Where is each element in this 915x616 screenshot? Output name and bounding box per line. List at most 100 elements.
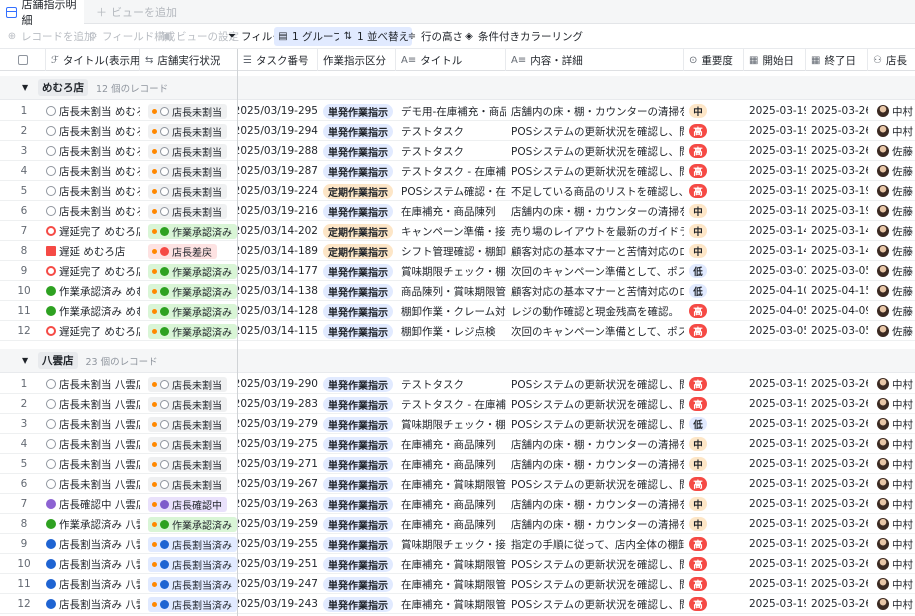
importance-cell[interactable]: 高 xyxy=(684,374,744,394)
task-number-cell[interactable]: 2025/03/19-259 xyxy=(238,514,318,534)
start-date-cell[interactable]: 2025-03-18 xyxy=(744,201,806,221)
group-header[interactable]: ▼ めむろ店 12 個のレコード xyxy=(0,76,915,100)
table-row[interactable]: 3 店長未割当 めむろ店 店長未割当 2025/03/19-288 単発作業指示テストタ… xyxy=(0,141,915,161)
end-date-cell[interactable]: 2025-03-26 xyxy=(806,474,868,494)
end-date-cell[interactable]: 2025-03-19 xyxy=(806,201,868,221)
owner-cell[interactable]: 中村 xyxy=(868,494,915,514)
table-row[interactable]: 9 遅延完了 めむろ店 作業承認済み 2025/03/14-177 単発作業指示 賞味期限… xyxy=(0,261,915,281)
table-row[interactable]: 4 店長未割当 八雲店 店長未割当 2025/03/19-275 単発作業指示 在庫補充・… xyxy=(0,434,915,454)
title-display-cell[interactable]: 作業承認済み めむ... xyxy=(46,281,140,301)
conditional-color-button[interactable]: ◈ 条件付きカラーリング xyxy=(460,27,586,46)
category-cell[interactable]: 単発作業指示 xyxy=(318,474,396,494)
title-display-cell[interactable]: 店長未割当 八雲店 xyxy=(46,394,140,414)
detail-cell[interactable]: POSシステムの更新状況を確認し、問題がない... xyxy=(506,414,684,434)
task-number-cell[interactable]: 2025/03/19-251 xyxy=(238,554,318,574)
store-status-cell[interactable]: 店長未割当 xyxy=(142,394,238,414)
table-row[interactable]: 8 遅延 めむろ店 店長差戻 2025/03/14-189 定期作業指示 シフト管理確認・… xyxy=(0,241,915,261)
end-date-cell[interactable]: 2025-03-26 xyxy=(806,594,868,614)
importance-cell[interactable]: 高 xyxy=(684,594,744,614)
table-row[interactable]: 3 店長未割当 八雲店 店長未割当 2025/03/19-279 単発作業指示 賞味期限チ… xyxy=(0,414,915,434)
task-number-cell[interactable]: 2025/03/19-287 xyxy=(238,161,318,181)
importance-cell[interactable]: 低 xyxy=(684,261,744,281)
importance-cell[interactable]: 高 xyxy=(684,141,744,161)
store-status-cell[interactable]: 店長割当済み xyxy=(142,534,238,554)
store-status-pill[interactable]: 店長未割当 xyxy=(148,183,227,199)
category-cell[interactable]: 単発作業指示 xyxy=(318,534,396,554)
store-status-cell[interactable]: 店長割当済み xyxy=(142,594,238,614)
owner-cell[interactable]: 中村 xyxy=(868,554,915,574)
detail-cell[interactable]: POSシステムの更新状況を確認し、問題がない... xyxy=(506,574,684,594)
store-status-cell[interactable]: 作業承認済み xyxy=(142,221,238,241)
importance-cell[interactable]: 中 xyxy=(684,434,744,454)
store-status-pill[interactable]: 店長割当済み xyxy=(148,596,237,612)
table-row[interactable]: 7 店長確認中 八雲店 店長確認中 2025/03/19-263 単発作業指示 在庫補充・… xyxy=(0,494,915,514)
title-cell[interactable]: POSシステム確認・在庫管... xyxy=(396,181,506,201)
category-cell[interactable]: 単発作業指示 xyxy=(318,161,396,181)
store-status-pill[interactable]: 作業承認済み xyxy=(148,223,237,239)
detail-cell[interactable]: POSシステムの更新状況を確認し、問題がない... xyxy=(506,161,684,181)
owner-cell[interactable]: 中村 xyxy=(868,474,915,494)
title-cell[interactable]: 在庫補充・賞味期限管理 xyxy=(396,554,506,574)
store-status-cell[interactable]: 作業承認済み xyxy=(142,281,238,301)
title-display-cell[interactable]: 店長割当済み 八雲... xyxy=(46,534,140,554)
importance-cell[interactable]: 中 xyxy=(684,221,744,241)
store-status-cell[interactable]: 店長確認中 xyxy=(142,494,238,514)
owner-cell[interactable]: 中村 xyxy=(868,594,915,614)
table-row[interactable]: 9 店長割当済み 八雲... 店長割当済み 2025/03/19-255 単発作業指示賞… xyxy=(0,534,915,554)
col-header-owner[interactable]: ⚇ 店長 xyxy=(868,49,915,71)
store-status-pill[interactable]: 店長未割当 xyxy=(148,436,227,452)
store-status-pill[interactable]: 店長未割当 xyxy=(148,376,227,392)
start-date-cell[interactable]: 2025-03-14 xyxy=(744,221,806,241)
category-cell[interactable]: 単発作業指示 xyxy=(318,374,396,394)
store-status-cell[interactable]: 店長未割当 xyxy=(142,121,238,141)
owner-cell[interactable]: 佐藤 xyxy=(868,201,915,221)
start-date-cell[interactable]: 2025-03-19 xyxy=(744,574,806,594)
title-display-cell[interactable]: 遅延完了 めむろ店 xyxy=(46,221,140,241)
start-date-cell[interactable]: 2025-03-19 xyxy=(744,121,806,141)
importance-cell[interactable]: 低 xyxy=(684,414,744,434)
title-display-cell[interactable]: 店長未割当 めむろ店 xyxy=(46,101,140,121)
detail-cell[interactable]: 店舗内の床・棚・カウンターの清掃を実施。 xyxy=(506,434,684,454)
detail-cell[interactable]: 店舗内の床・棚・カウンターの清掃を実施。 xyxy=(506,201,684,221)
start-date-cell[interactable]: 2025-03-01 xyxy=(744,261,806,281)
store-status-pill[interactable]: 店長未割当 xyxy=(148,456,227,472)
table-row[interactable]: 2 店長未割当 八雲店 店長未割当 2025/03/19-283 単発作業指示 テストタス… xyxy=(0,394,915,414)
table-row[interactable]: 2 店長未割当 めむろ店 店長未割当 2025/03/19-294 単発作業指示テストタ… xyxy=(0,121,915,141)
title-display-cell[interactable]: 遅延 めむろ店 xyxy=(46,241,140,261)
table-row[interactable]: 8 作業承認済み 八雲... 作業承認済み 2025/03/19-259 単発作業指示在… xyxy=(0,514,915,534)
importance-cell[interactable]: 中 xyxy=(684,454,744,474)
title-cell[interactable]: 在庫補充・賞味期限管理 xyxy=(396,474,506,494)
store-status-cell[interactable]: 作業承認済み xyxy=(142,321,238,341)
task-number-cell[interactable]: 2025/03/19-267 xyxy=(238,474,318,494)
end-date-cell[interactable]: 2025-03-26 xyxy=(806,514,868,534)
importance-cell[interactable]: 高 xyxy=(684,121,744,141)
importance-cell[interactable]: 高 xyxy=(684,161,744,181)
category-cell[interactable]: 単発作業指示 xyxy=(318,201,396,221)
title-display-cell[interactable]: 店長未割当 八雲店 xyxy=(46,474,140,494)
title-cell[interactable]: 在庫補充・賞味期限管理 xyxy=(396,574,506,594)
start-date-cell[interactable]: 2025-03-19 xyxy=(744,374,806,394)
end-date-cell[interactable]: 2025-03-26 xyxy=(806,394,868,414)
category-cell[interactable]: 単発作業指示 xyxy=(318,321,396,341)
category-cell[interactable]: 定期作業指示 xyxy=(318,241,396,261)
store-status-cell[interactable]: 作業承認済み xyxy=(142,301,238,321)
category-cell[interactable]: 単発作業指示 xyxy=(318,454,396,474)
owner-cell[interactable]: 中村 xyxy=(868,121,915,141)
owner-cell[interactable]: 中村 xyxy=(868,574,915,594)
table-row[interactable]: 10 店長割当済み 八雲... 店長割当済み 2025/03/19-251 単発作業指示… xyxy=(0,554,915,574)
store-status-cell[interactable]: 作業承認済み xyxy=(142,261,238,281)
importance-cell[interactable]: 高 xyxy=(684,301,744,321)
end-date-cell[interactable]: 2025-03-05 xyxy=(806,321,868,341)
col-header-store-status[interactable]: ⇆ 店舗実行状況 xyxy=(140,49,238,71)
table-row[interactable]: 11 店長割当済み 八雲... 店長割当済み 2025/03/19-247 単発作業指示… xyxy=(0,574,915,594)
store-status-pill[interactable]: 店長未割当 xyxy=(148,163,227,179)
owner-cell[interactable]: 佐藤 xyxy=(868,301,915,321)
detail-cell[interactable]: POSシステムの更新状況を確認し、問題がない... xyxy=(506,121,684,141)
importance-cell[interactable]: 中 xyxy=(684,514,744,534)
end-date-cell[interactable]: 2025-03-14 xyxy=(806,241,868,261)
store-status-cell[interactable]: 店長未割当 xyxy=(142,434,238,454)
category-cell[interactable]: 単発作業指示 xyxy=(318,514,396,534)
importance-cell[interactable]: 中 xyxy=(684,201,744,221)
add-view-button[interactable]: ＋ ビューを追加 xyxy=(96,0,177,24)
detail-cell[interactable]: POSシステムの更新状況を確認し、問題がない... xyxy=(506,141,684,161)
